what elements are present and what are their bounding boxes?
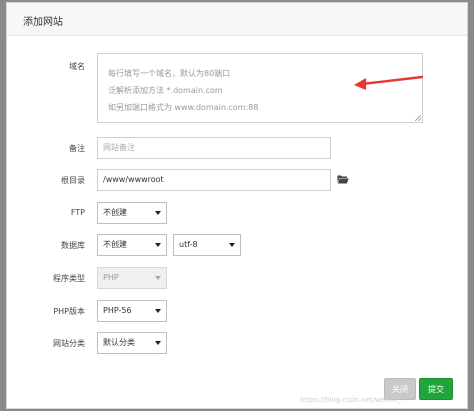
remark-label: 备注 <box>69 144 85 153</box>
site-category-select-value: 默认分类 <box>103 338 135 347</box>
database-select-value: 不创建 <box>103 240 127 249</box>
ftp-select-value: 不创建 <box>103 208 127 217</box>
site-category-select[interactable]: 默认分类 <box>97 332 167 354</box>
site-category-label: 网站分类 <box>53 339 85 348</box>
root-dir-input[interactable]: /www/wwwroot <box>97 169 331 191</box>
domain-hint-line-2: 泛解析添加方法 *.domain.com <box>108 86 223 95</box>
chevron-down-icon <box>155 243 161 247</box>
chevron-down-icon <box>155 276 161 280</box>
add-site-dialog: 添加网站 域名 每行填写一个域名，默认为80端口 泛解析添加方法 *.domai… <box>6 2 468 409</box>
program-type-select-value: PHP <box>103 273 119 282</box>
php-version-select[interactable]: PHP-56 <box>97 300 167 322</box>
php-version-select-value: PHP-56 <box>103 306 132 315</box>
red-arrow-annotation-icon <box>354 75 424 90</box>
domain-label: 域名 <box>69 62 85 71</box>
program-type-label: 程序类型 <box>53 274 85 283</box>
php-version-label: PHP版本 <box>53 307 85 316</box>
folder-open-icon[interactable] <box>337 174 349 184</box>
database-select[interactable]: 不创建 <box>97 234 167 256</box>
resize-grip-icon[interactable] <box>415 115 421 121</box>
dialog-title: 添加网站 <box>23 17 63 28</box>
dialog-titlebar: 添加网站 <box>7 3 467 36</box>
watermark: https://blog.csdn.net/weixin_... <box>300 396 408 404</box>
remark-input[interactable]: 网站备注 <box>97 137 331 159</box>
ftp-select[interactable]: 不创建 <box>97 202 167 224</box>
chevron-down-icon <box>155 211 161 215</box>
chevron-down-icon <box>155 309 161 313</box>
ftp-label: FTP <box>70 208 85 217</box>
domain-hint-line-3: 如另加端口格式为 www.domain.com:88 <box>108 103 259 112</box>
charset-select[interactable]: utf-8 <box>173 234 241 256</box>
submit-button[interactable]: 提交 <box>419 378 453 400</box>
root-dir-label: 根目录 <box>61 176 85 185</box>
database-label: 数据库 <box>61 241 85 250</box>
domain-hint-line-1: 每行填写一个域名，默认为80端口 <box>108 69 231 78</box>
charset-select-value: utf-8 <box>179 240 198 249</box>
program-type-select: PHP <box>97 267 167 289</box>
chevron-down-icon <box>155 341 161 345</box>
chevron-down-icon <box>229 243 235 247</box>
